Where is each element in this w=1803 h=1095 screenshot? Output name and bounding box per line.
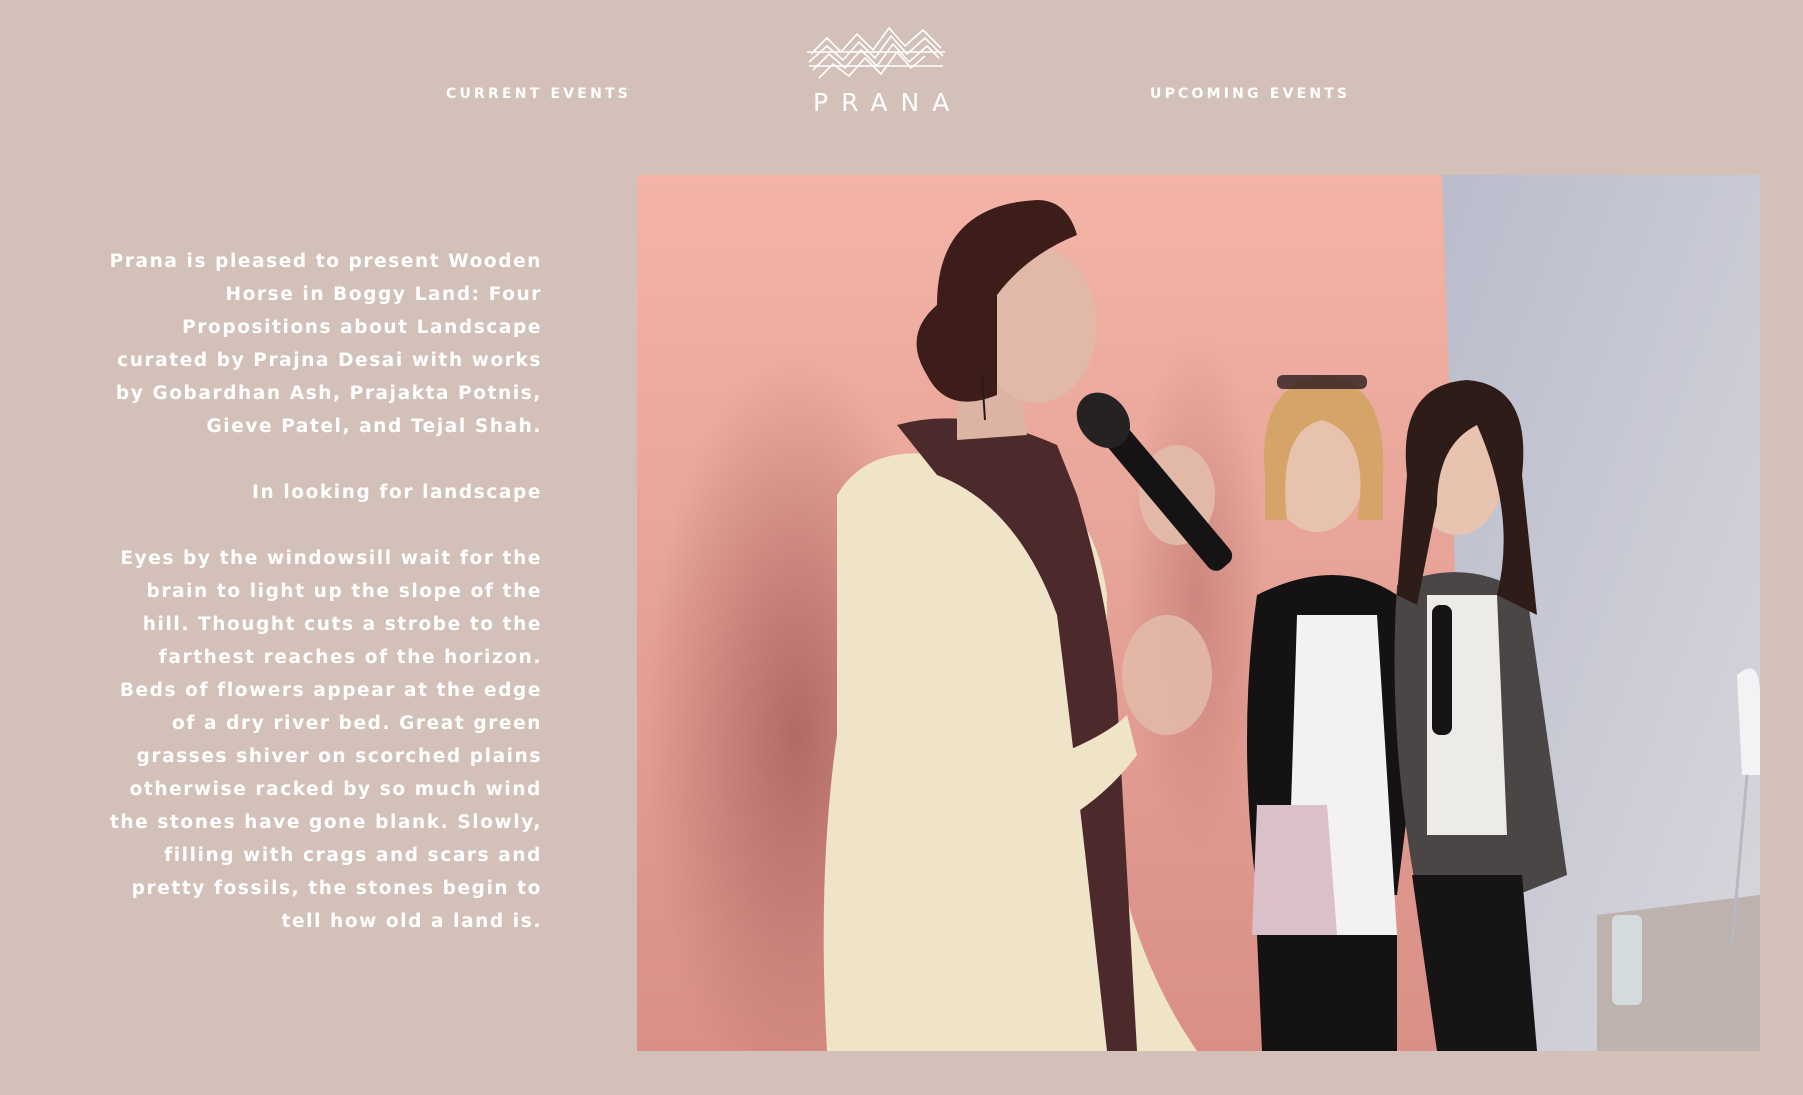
logo-wordmark: PRANA bbox=[813, 88, 963, 117]
nav-upcoming-events-link[interactable]: UPCOMING EVENTS bbox=[1150, 86, 1350, 102]
prana-logo[interactable]: PRANA bbox=[800, 22, 952, 118]
intro-subheading: In looking for landscape bbox=[252, 482, 542, 503]
event-photo bbox=[637, 175, 1760, 1051]
nav-current-events-link[interactable]: CURRENT EVENTS bbox=[446, 86, 631, 102]
intro-poem: Eyes by the windowsill wait for the brai… bbox=[109, 548, 542, 932]
intro-paragraph: Prana is pleased to present Wooden Horse… bbox=[109, 251, 542, 437]
exhibition-description: Prana is pleased to present Wooden Horse… bbox=[100, 245, 542, 938]
mountain-waves-logo-icon bbox=[807, 27, 945, 79]
